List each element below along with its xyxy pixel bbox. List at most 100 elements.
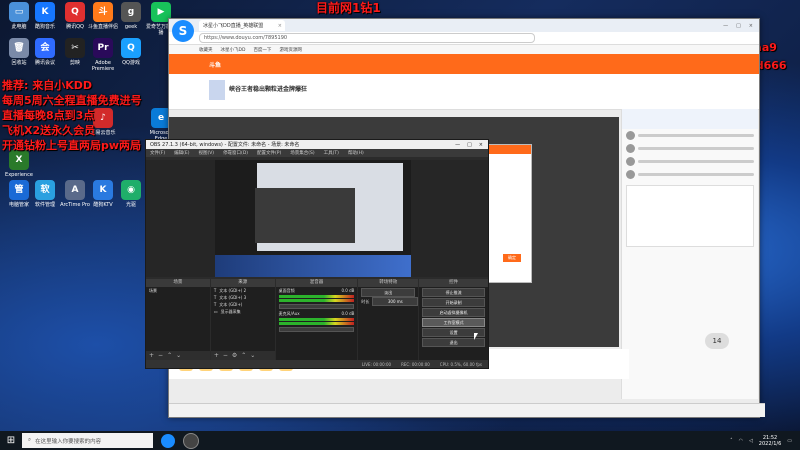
app-icon: A — [65, 180, 85, 200]
mouse-cursor-icon — [474, 333, 478, 340]
volume-meter — [278, 318, 355, 321]
app-icon: 软 — [35, 180, 55, 200]
app-icon: ◉ — [121, 180, 141, 200]
volume-slider[interactable] — [278, 327, 355, 332]
streamer-avatar[interactable] — [209, 80, 225, 100]
desktop-icon[interactable]: 斗斗鱼直播伴侣 — [88, 2, 118, 30]
virtual-camera-button[interactable]: 启动虚拟摄像机 — [422, 308, 486, 317]
chat-sidebar — [621, 109, 758, 399]
site-brand[interactable]: 斗鱼 — [209, 60, 221, 69]
desktop-icon[interactable]: K 酷狗音乐 — [30, 2, 60, 30]
add-icon[interactable]: + — [214, 352, 219, 359]
desktop-icon[interactable]: ◉ 光驱 — [116, 180, 146, 208]
browser-logo-icon[interactable]: S — [172, 20, 194, 42]
notification-icon[interactable]: ▭ — [787, 438, 792, 444]
favorite-item[interactable]: 冰星小飞DD — [221, 47, 246, 53]
gear-icon[interactable]: ⚙ — [232, 352, 237, 359]
scene-item[interactable]: 场景 — [146, 287, 210, 294]
dialog-confirm-button[interactable]: 确定 — [503, 254, 521, 262]
desktop-icon[interactable]: A ArcTime Pro — [60, 180, 90, 208]
menu-item[interactable]: 配置文件(P) — [257, 150, 281, 156]
volume-meter — [278, 295, 355, 298]
desktop-icon[interactable]: 会腾讯会议 — [30, 38, 60, 66]
close-icon[interactable]: × — [749, 23, 753, 29]
maximize-icon[interactable]: □ — [736, 23, 741, 29]
chat-line — [622, 168, 758, 181]
desktop-icon[interactable]: Q QQ游戏 — [116, 38, 146, 66]
close-icon[interactable]: × — [479, 142, 483, 148]
minimize-icon[interactable]: — — [723, 23, 728, 29]
browser-taskbar-icon[interactable] — [161, 433, 175, 448]
windows-start-icon[interactable]: ⊞ — [0, 431, 22, 450]
obs-preview-margin — [411, 160, 488, 277]
url-input[interactable]: https://www.douyu.com/7895190 — [199, 33, 535, 43]
source-name: 文本 (GDI+) — [219, 302, 243, 307]
down-icon[interactable]: ⌄ — [250, 352, 255, 359]
remove-icon[interactable]: − — [223, 352, 228, 359]
room-title: 峡谷王者稳出颗粒进金牌爆狂 — [229, 86, 308, 93]
maximize-icon[interactable]: □ — [467, 142, 472, 148]
add-icon[interactable]: + — [149, 352, 154, 359]
duration-input[interactable]: 300 ms — [372, 297, 419, 306]
favorite-item[interactable]: 收藏夹 — [199, 47, 213, 53]
dock-title: 场景 — [146, 279, 210, 287]
transition-select[interactable]: 淡出 — [361, 288, 416, 297]
desktop-icon-label: 酷狗音乐 — [34, 24, 55, 30]
remove-icon[interactable]: − — [158, 352, 163, 359]
favorite-item[interactable]: 游戏资源网 — [279, 47, 302, 53]
text-source-icon: T — [213, 302, 217, 307]
up-icon[interactable]: ⌃ — [167, 352, 172, 359]
taskbar-search[interactable]: ⌕ 在这里输入你要搜索的内容 — [22, 433, 153, 448]
app-icon: K — [35, 2, 55, 22]
desktop-icon[interactable]: g geek — [116, 2, 146, 30]
source-item[interactable]: ▭ 显示器采集 — [211, 308, 275, 315]
app-icon: Q — [121, 38, 141, 58]
browser-tab[interactable]: 冰星小飞DD直播_英雄联盟 × — [199, 20, 285, 31]
menu-item[interactable]: 工具(T) — [324, 150, 339, 156]
source-item[interactable]: T 文本 (GDI+) — [211, 301, 275, 308]
url-text: https://www.douyu.com/7895190 — [204, 35, 288, 41]
address-bar-row: https://www.douyu.com/7895190 — [169, 32, 759, 45]
menu-item[interactable]: 帮助(H) — [348, 150, 364, 156]
volume-slider[interactable] — [278, 304, 355, 309]
source-name: 文本 (GDI+) 2 — [219, 288, 247, 293]
chat-line — [622, 129, 758, 142]
close-tab-icon[interactable]: × — [278, 23, 282, 29]
clock-date: 2022/1/6 — [758, 440, 782, 447]
favorite-item[interactable]: 百度一下 — [253, 47, 271, 53]
menu-item[interactable]: 视图(V) — [198, 150, 214, 156]
stop-streaming-button[interactable]: 停止推流 — [422, 288, 486, 297]
menu-item[interactable]: 编辑(E) — [174, 150, 189, 156]
studio-mode-button[interactable]: 工作室模式 — [422, 318, 486, 327]
obs-docks: 场景 场景 + − ⌃ ⌄ 来源 T 文本 (GDI+) 2 T 文本 (GDI+) 3… — [146, 279, 489, 360]
desktop-icon-label: Experience — [5, 172, 33, 178]
text-source-icon: T — [213, 295, 217, 300]
desktop-icon[interactable]: K 酷狗KTV — [88, 180, 118, 208]
desktop-icon[interactable]: 软软件管理 — [30, 180, 60, 208]
page-badge[interactable]: 14 — [705, 333, 729, 349]
desktop-icon[interactable]: Pr Adobe Premiere — [88, 38, 118, 72]
up-icon[interactable]: ⌃ — [241, 352, 246, 359]
obs-preview[interactable] — [215, 160, 411, 277]
source-name: 文本 (GDI+) 3 — [219, 295, 247, 300]
desktop-icon[interactable]: ✂ 剪映 — [60, 38, 90, 66]
menu-item[interactable]: 停靠窗口(D) — [223, 150, 248, 156]
volume-icon[interactable]: ◁ — [749, 438, 753, 444]
desktop-icon[interactable]: X Experience — [4, 150, 34, 178]
browser-tabbar: 冰星小飞DD直播_英雄联盟 × — □ × — [169, 19, 759, 32]
source-item[interactable]: T 文本 (GDI+) 3 — [211, 294, 275, 301]
dock-title: 来源 — [210, 279, 275, 287]
start-recording-button[interactable]: 开始录制 — [422, 298, 486, 307]
minimize-icon[interactable]: — — [455, 142, 460, 148]
obs-taskbar-icon[interactable] — [183, 432, 199, 449]
menu-item[interactable]: 场景集合(S) — [290, 150, 314, 156]
desktop-icon[interactable]: Q 腾讯QQ — [60, 2, 90, 30]
menu-item[interactable]: 文件(F) — [150, 150, 165, 156]
chevron-up-icon[interactable]: ˄ — [730, 438, 733, 444]
clock[interactable]: 21:52 2022/1/6 — [759, 435, 781, 447]
network-icon[interactable]: ◠ — [739, 438, 743, 444]
live-timer: LIVE: 00:00:00 — [361, 361, 392, 367]
source-item[interactable]: T 文本 (GDI+) 2 — [211, 287, 275, 294]
down-icon[interactable]: ⌄ — [176, 352, 181, 359]
overlay-left-text: 推荐: 来自小KDD 每周5周六全程直播免费进号 直播每晚8点到3点 飞机X2送… — [2, 78, 142, 153]
